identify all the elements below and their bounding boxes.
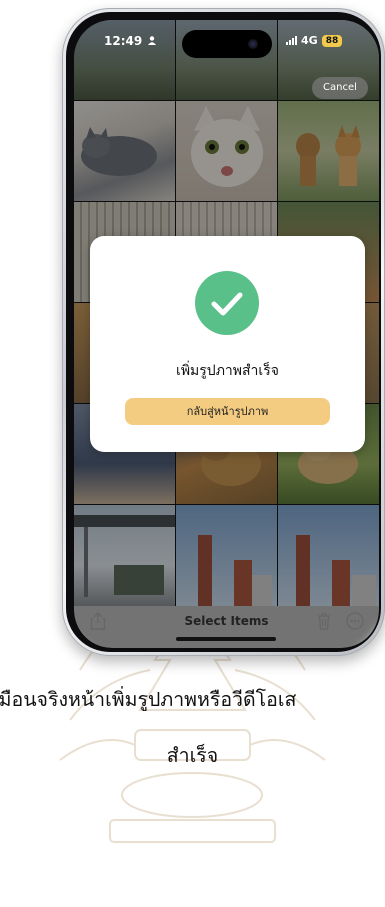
dynamic-island xyxy=(182,30,272,58)
more-icon[interactable] xyxy=(346,612,364,630)
photo-thumbnail[interactable] xyxy=(74,101,175,201)
camera-icon xyxy=(248,39,258,49)
person-icon xyxy=(148,36,156,45)
status-indicators: 4G 88 xyxy=(286,34,343,47)
photo-thumbnail[interactable] xyxy=(74,505,175,606)
photo-thumbnail[interactable] xyxy=(278,505,379,606)
photo-thumbnail[interactable] xyxy=(278,101,379,201)
photo-thumbnail[interactable] xyxy=(176,101,277,201)
battery-badge: 88 xyxy=(321,34,343,47)
photo-thumbnail[interactable] xyxy=(74,20,175,100)
caption-line-1: เมือนจริงหน้าเพิ่มรูปภาพหรือวีดีโอเส xyxy=(0,688,297,711)
select-items-title: Select Items xyxy=(184,614,269,628)
dialog-title: เพิ่มรูปภาพสำเร็จ xyxy=(176,363,279,379)
caption-line-2: สำเร็จ xyxy=(166,744,219,767)
home-indicator[interactable] xyxy=(176,637,276,641)
cancel-button[interactable]: Cancel xyxy=(312,77,368,99)
success-circle xyxy=(195,271,259,335)
network-label: 4G xyxy=(301,34,318,47)
bottom-toolbar: Select Items xyxy=(74,606,379,648)
status-time: 12:49 xyxy=(104,34,143,48)
trash-icon[interactable] xyxy=(316,612,332,630)
signal-icon xyxy=(286,36,297,45)
phone-screen: 12:49 4G 88 Cancel เพิ่มรูปภาพสำเร็จ กลั… xyxy=(74,20,379,648)
checkmark-icon xyxy=(211,292,243,316)
back-to-photos-button[interactable]: กลับสู่หน้ารูปภาพ xyxy=(125,398,330,425)
photo-thumbnail[interactable] xyxy=(176,505,277,606)
success-dialog: เพิ่มรูปภาพสำเร็จ กลับสู่หน้ารูปภาพ xyxy=(90,236,365,452)
